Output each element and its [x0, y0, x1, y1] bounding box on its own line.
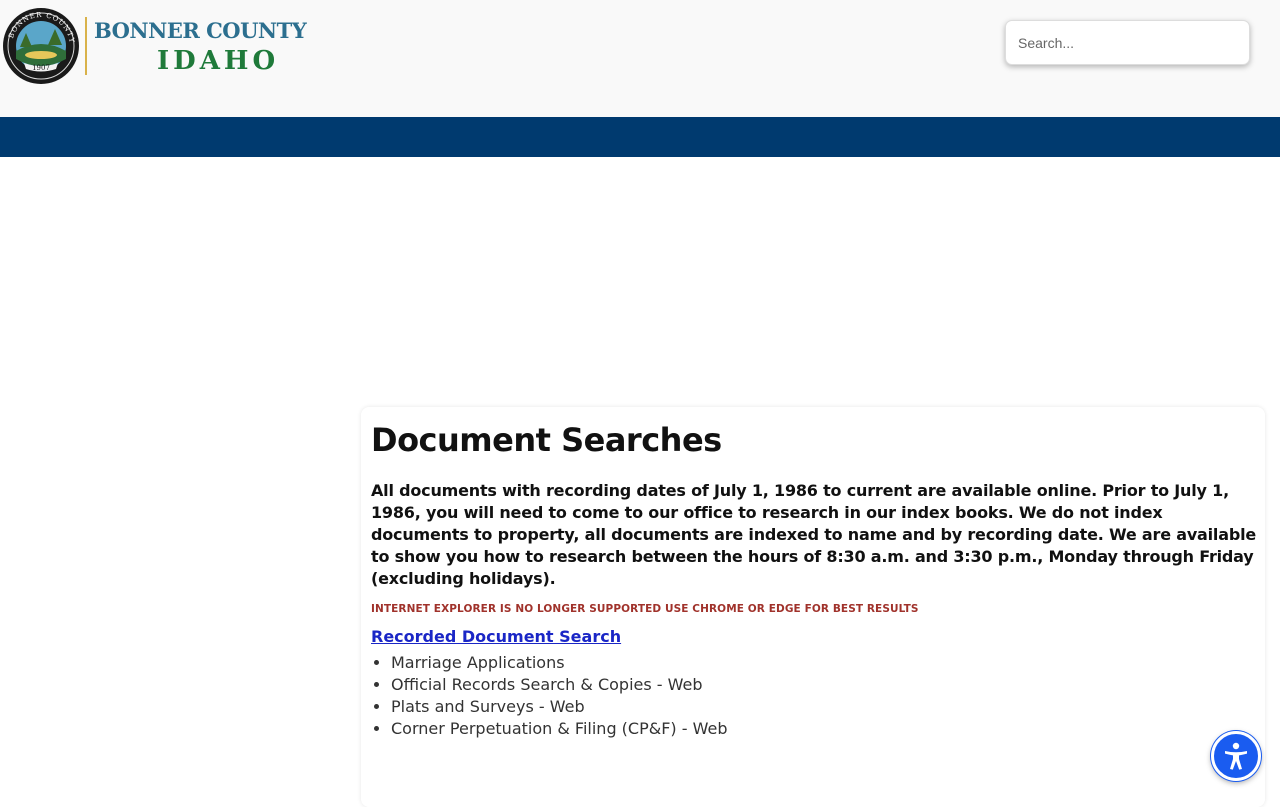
intro-paragraph: All documents with recording dates of Ju…: [371, 481, 1257, 588]
logo-divider: [85, 17, 87, 75]
list-item: Corner Perpetuation & Filing (CP&F) - We…: [391, 718, 1255, 740]
page-title: Document Searches: [371, 421, 722, 459]
browser-warning: INTERNET EXPLORER IS NO LONGER SUPPORTED…: [371, 603, 919, 615]
accessibility-button[interactable]: [1211, 731, 1261, 781]
site-header: 1907 BONNER COUNTY BONNER COUNTY IDAHO: [0, 0, 1280, 117]
search-box: [1005, 20, 1250, 65]
logo-county-name: BONNER COUNTY: [94, 18, 307, 43]
search-input[interactable]: [1006, 21, 1249, 64]
accessibility-icon: [1225, 742, 1247, 770]
recorded-document-search-link[interactable]: Recorded Document Search: [371, 627, 621, 646]
seal-year: 1907: [32, 64, 50, 72]
main-navigation-bar: [0, 117, 1280, 157]
content-card: Document Searches All documents with rec…: [361, 407, 1265, 807]
county-seal-icon: 1907 BONNER COUNTY: [3, 8, 79, 84]
list-item: Plats and Surveys - Web: [391, 696, 1255, 718]
list-item: Official Records Search & Copies - Web: [391, 674, 1255, 696]
logo-state-name: IDAHO: [157, 46, 280, 76]
list-item: Marriage Applications: [391, 652, 1255, 674]
document-search-list: Marriage Applications Official Records S…: [371, 652, 1255, 740]
site-logo[interactable]: 1907 BONNER COUNTY BONNER COUNTY IDAHO: [0, 4, 307, 84]
